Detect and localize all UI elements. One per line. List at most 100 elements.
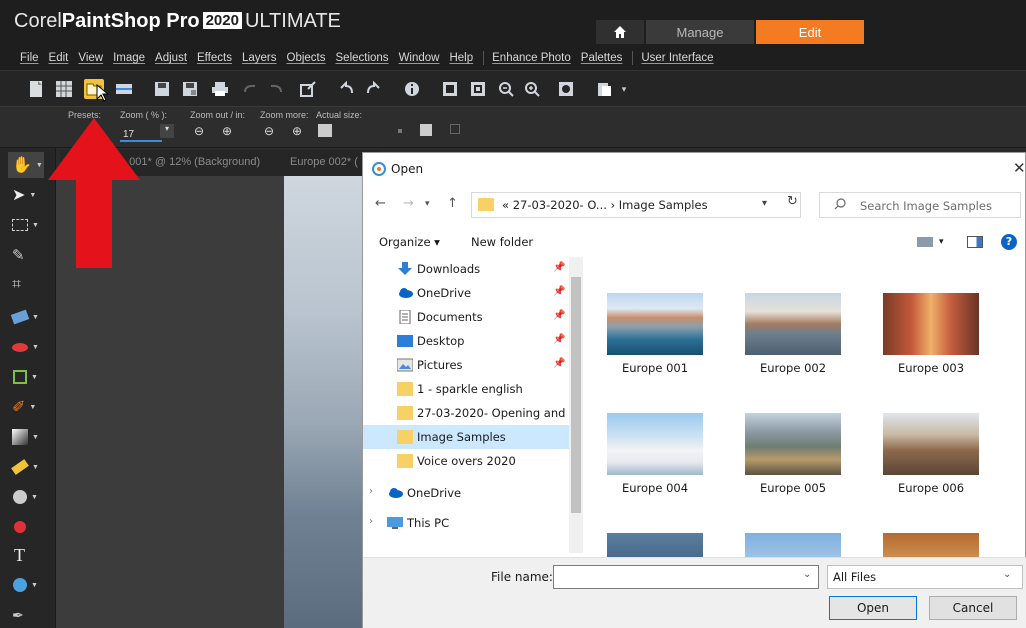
rotate-right-icon[interactable]: [364, 79, 384, 99]
nav-pane-scroll-thumb[interactable]: [571, 277, 581, 513]
resize-icon[interactable]: [298, 79, 318, 99]
scanner-icon[interactable]: [114, 79, 134, 99]
paint-tool[interactable]: [8, 514, 44, 540]
menu-image[interactable]: Image: [113, 52, 145, 64]
menu-objects[interactable]: Objects: [287, 52, 326, 64]
zoom-more-label: Zoom more:: [260, 110, 309, 120]
crop-tool[interactable]: ⌗: [8, 272, 44, 298]
menu-window[interactable]: Window: [399, 52, 440, 64]
doc-tab-europe-001[interactable]: e 001* @ 12% (Background): [120, 156, 260, 168]
menu-file[interactable]: File: [20, 52, 39, 64]
search-box[interactable]: Search Image Samples: [819, 192, 1021, 218]
selection-tool[interactable]: ▼: [8, 212, 44, 238]
nav-item-onedrive[interactable]: OneDrive 📌: [363, 281, 569, 305]
file-name-chevron-icon[interactable]: ⌄: [803, 569, 811, 580]
rotate-left-icon[interactable]: [336, 79, 356, 99]
fill-tool[interactable]: ▼: [8, 484, 44, 510]
view-options-chevron-icon[interactable]: ▾: [939, 237, 944, 247]
file-type-chevron-icon[interactable]: ⌄: [1003, 569, 1011, 580]
help-icon[interactable]: ?: [1001, 234, 1017, 250]
menu-help[interactable]: Help: [449, 52, 473, 64]
recent-locations-chevron-icon[interactable]: ▾: [425, 199, 430, 209]
zoom-in-plus-icon[interactable]: ⊕: [222, 124, 232, 138]
nav-item-onedrive-root[interactable]: › OneDrive: [363, 481, 569, 505]
undo-icon[interactable]: [240, 79, 260, 99]
change-view-icon[interactable]: [917, 237, 933, 247]
forward-arrow-icon[interactable]: →: [403, 196, 414, 211]
nav-item-downloads[interactable]: Downloads 📌: [363, 257, 569, 281]
fit-screen-icon[interactable]: [450, 124, 460, 134]
new-file-icon[interactable]: [26, 79, 46, 99]
paste-icon[interactable]: [594, 79, 614, 99]
nav-item-image-samples[interactable]: Image Samples: [363, 425, 569, 449]
menu-layers[interactable]: Layers: [242, 52, 277, 64]
shape-tool[interactable]: ▼: [8, 572, 44, 598]
menu-palettes[interactable]: Palettes: [581, 52, 623, 64]
zoom-out-icon[interactable]: [496, 79, 516, 99]
nav-item-documents[interactable]: Documents 📌: [363, 305, 569, 329]
menu-view[interactable]: View: [78, 52, 103, 64]
cancel-button[interactable]: Cancel: [929, 596, 1017, 620]
zoom-out-minus-icon[interactable]: ⊖: [194, 124, 204, 138]
zoom-more-minus-icon[interactable]: ⊖: [264, 124, 274, 138]
save-as-icon[interactable]: [180, 79, 200, 99]
zoom-more-plus-icon[interactable]: ⊕: [292, 124, 302, 138]
address-history-chevron-icon[interactable]: ▾: [762, 198, 767, 209]
print-icon[interactable]: [210, 79, 230, 99]
actual-size-icon[interactable]: [318, 124, 332, 137]
nav-item-desktop[interactable]: Desktop 📌: [363, 329, 569, 353]
dropper-tool[interactable]: ✎: [8, 242, 44, 268]
dot-icon: [398, 129, 402, 133]
nav-item-label: OneDrive: [417, 286, 472, 300]
home-button[interactable]: [596, 20, 644, 44]
expand-chevron-icon[interactable]: ›: [369, 486, 373, 497]
new-folder-button[interactable]: New folder: [471, 235, 533, 249]
text-tool[interactable]: T: [8, 542, 44, 568]
expand-chevron-icon[interactable]: ›: [369, 516, 373, 527]
pick-tool[interactable]: ➤ ▼: [8, 182, 44, 208]
pen-tool[interactable]: ✒: [8, 602, 44, 628]
makeover-tool[interactable]: ▼: [8, 364, 44, 390]
straighten-tool[interactable]: ▼: [8, 304, 44, 330]
close-icon[interactable]: ✕: [1013, 159, 1026, 177]
eraser-tool[interactable]: ▼: [8, 454, 44, 480]
fit-image-icon[interactable]: [420, 124, 432, 136]
nav-item-sparkle-english[interactable]: 1 - sparkle english: [363, 377, 569, 401]
menu-adjust[interactable]: Adjust: [155, 52, 187, 64]
doc-tab-europe-002[interactable]: Europe 002* (: [290, 156, 358, 168]
organize-button[interactable]: Organize ▾: [379, 235, 440, 249]
menu-selections[interactable]: Selections: [336, 52, 389, 64]
file-name-input[interactable]: [553, 565, 819, 589]
nav-item-pictures[interactable]: Pictures 📌: [363, 353, 569, 377]
refresh-icon[interactable]: ↻: [787, 194, 798, 209]
paint-brush-tool[interactable]: ✐ ▼: [8, 394, 44, 420]
open-button[interactable]: Open: [829, 596, 917, 620]
paste-dropdown-icon[interactable]: ▾: [614, 79, 634, 99]
zoom-100-icon[interactable]: [440, 79, 460, 99]
red-eye-tool[interactable]: ▼: [8, 334, 44, 360]
fit-window-icon[interactable]: [468, 79, 488, 99]
menu-edit[interactable]: Edit: [49, 52, 69, 64]
menu-enhance-photo[interactable]: Enhance Photo: [492, 52, 571, 64]
nav-item-voice-overs[interactable]: Voice overs 2020: [363, 449, 569, 473]
overview-icon[interactable]: [556, 79, 576, 99]
preview-pane-icon[interactable]: [967, 236, 983, 248]
redo-icon[interactable]: [266, 79, 286, 99]
menu-effects[interactable]: Effects: [197, 52, 232, 64]
back-arrow-icon[interactable]: ←: [375, 196, 386, 211]
gradient-tool[interactable]: ▼: [8, 424, 44, 450]
save-icon[interactable]: [152, 79, 172, 99]
tab-manage[interactable]: Manage: [646, 20, 754, 44]
chevron-down-icon: ▼: [29, 191, 37, 199]
zoom-in-icon[interactable]: [522, 79, 542, 99]
browse-grid-icon[interactable]: [54, 79, 74, 99]
tab-edit[interactable]: Edit: [756, 20, 864, 44]
zoom-dropdown-icon[interactable]: ▾: [160, 124, 174, 138]
nav-item-this-pc[interactable]: › This PC: [363, 511, 569, 535]
pan-tool[interactable]: ✋ ▼: [8, 152, 44, 178]
address-bar[interactable]: « 27-03-2020- O... › Image Samples ▾: [471, 192, 801, 218]
info-icon[interactable]: [402, 79, 422, 99]
menu-user-interface[interactable]: User Interface: [641, 52, 713, 64]
nav-item-27-03-2020[interactable]: 27-03-2020- Opening and Im: [363, 401, 583, 425]
up-arrow-icon[interactable]: ↑: [447, 196, 458, 211]
